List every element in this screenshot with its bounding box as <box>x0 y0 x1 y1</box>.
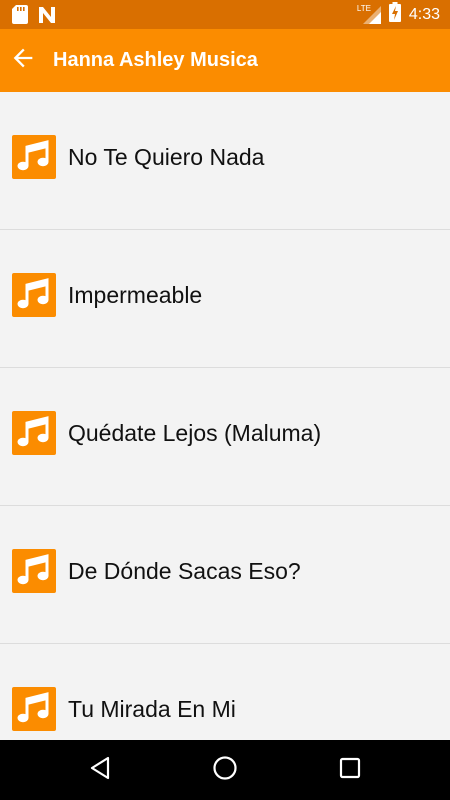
nav-home-button[interactable] <box>210 755 240 785</box>
battery-charging-icon <box>388 2 401 27</box>
music-note-icon <box>12 273 56 317</box>
music-note-icon <box>12 549 56 593</box>
signal-icon: LTE <box>357 4 381 24</box>
status-bar: LTE 4:33 <box>0 0 450 29</box>
song-list: No Te Quiero Nada Impermeable Quédate Le… <box>0 92 450 740</box>
arrow-back-icon <box>9 44 37 77</box>
home-circle-icon <box>212 755 238 786</box>
song-title: De Dónde Sacas Eso? <box>68 558 301 584</box>
app-bar: Hanna Ashley Musica <box>0 29 450 92</box>
song-list-item[interactable]: Impermeable <box>0 230 450 368</box>
system-nav-bar <box>0 740 450 800</box>
page-title: Hanna Ashley Musica <box>53 49 258 71</box>
music-note-icon <box>12 411 56 455</box>
music-note-icon <box>12 687 56 731</box>
back-triangle-icon <box>89 756 111 785</box>
status-left-icons <box>12 5 56 29</box>
song-title: No Te Quiero Nada <box>68 144 265 170</box>
nav-back-button[interactable] <box>85 755 115 785</box>
sd-card-icon <box>12 5 28 29</box>
song-title: Tu Mirada En Mi <box>68 696 236 722</box>
music-note-icon <box>12 135 56 179</box>
back-button[interactable] <box>6 43 40 77</box>
status-right-icons: LTE 4:33 <box>357 0 440 29</box>
song-list-item[interactable]: De Dónde Sacas Eso? <box>0 506 450 644</box>
nav-recents-button[interactable] <box>335 755 365 785</box>
song-list-item[interactable]: Quédate Lejos (Maluma) <box>0 368 450 506</box>
status-time: 4:33 <box>408 5 440 23</box>
recents-square-icon <box>339 757 361 784</box>
song-list-item[interactable]: Tu Mirada En Mi <box>0 644 450 740</box>
song-title: Impermeable <box>68 282 203 308</box>
n-notification-icon <box>38 6 56 29</box>
song-title: Quédate Lejos (Maluma) <box>68 420 322 446</box>
song-list-item[interactable]: No Te Quiero Nada <box>0 92 450 230</box>
